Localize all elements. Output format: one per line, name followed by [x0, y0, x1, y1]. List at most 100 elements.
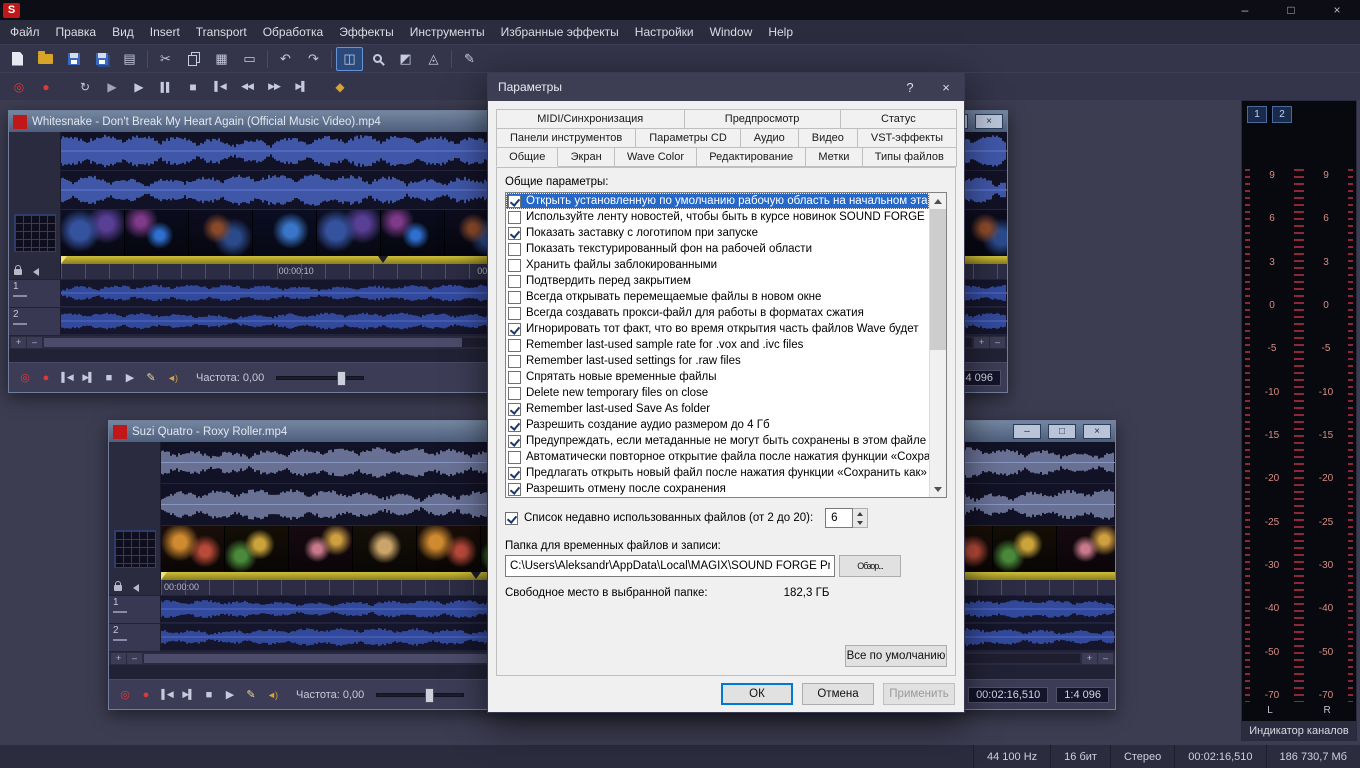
option-row[interactable]: Всегда создавать прокси-файл для работы … — [506, 305, 929, 321]
speaker-icon[interactable] — [29, 268, 39, 276]
pencil-tool-button[interactable]: ✎ — [456, 47, 483, 71]
zoom-out-button[interactable]: – — [127, 653, 142, 664]
tab[interactable]: Предпросмотр — [684, 109, 841, 129]
zoom-in-button[interactable]: + — [1082, 653, 1097, 664]
zoom-out-button[interactable]: – — [990, 337, 1005, 348]
option-row[interactable]: Delete new temporary files on close — [506, 385, 929, 401]
option-checkbox[interactable] — [508, 211, 521, 224]
tab[interactable]: Статус — [840, 109, 957, 129]
ok-button[interactable]: ОК — [721, 683, 793, 705]
menu-item[interactable]: Insert — [142, 20, 188, 44]
video-frame-thumbnail[interactable] — [289, 526, 353, 572]
paste-button[interactable]: ▦ — [208, 47, 235, 71]
go-to-start-button[interactable]: ▌◀ — [157, 685, 177, 705]
scrollbar-thumb[interactable] — [930, 209, 946, 350]
close-button[interactable]: × — [1314, 0, 1360, 20]
new-file-button[interactable] — [4, 47, 31, 71]
recent-files-stepper[interactable] — [853, 508, 868, 528]
speaker-icon[interactable] — [129, 584, 139, 592]
dialog-titlebar[interactable]: Параметры ? × — [488, 73, 964, 101]
zoom-in-button[interactable]: + — [111, 653, 126, 664]
event-marker-button[interactable]: ◆ — [329, 76, 351, 98]
track-header[interactable]: 1 — [109, 596, 161, 623]
option-checkbox[interactable] — [508, 259, 521, 272]
status-field[interactable]: 00:02:16,510 — [1174, 745, 1265, 768]
restore-button[interactable]: □ — [1048, 424, 1076, 439]
option-row[interactable]: Подтвердить перед закрытием — [506, 273, 929, 289]
render-as-button[interactable]: ▤ — [116, 47, 143, 71]
track-header[interactable]: 2 — [109, 624, 161, 651]
status-field[interactable]: 16 бит — [1050, 745, 1110, 768]
zoom-in-button[interactable]: + — [11, 337, 26, 348]
option-checkbox[interactable] — [508, 275, 521, 288]
option-row[interactable]: Спрятать новые временные файлы — [506, 369, 929, 385]
menu-item[interactable]: Transport — [188, 20, 255, 44]
minimize-button[interactable]: – — [1222, 0, 1268, 20]
video-frame-thumbnail[interactable] — [161, 526, 225, 572]
loop-playback-button[interactable]: ↻ — [74, 76, 96, 98]
menu-item[interactable]: Обработка — [255, 20, 332, 44]
menu-item[interactable]: Window — [702, 20, 761, 44]
option-row[interactable]: Разрешить создание аудио размером до 4 Г… — [506, 417, 929, 433]
tab[interactable]: Аудио — [740, 128, 799, 148]
option-row[interactable]: Предлагать открыть новый файл после нажа… — [506, 465, 929, 481]
vertical-scrollbar[interactable] — [929, 193, 946, 497]
status-field[interactable]: 186 730,7 Мб — [1266, 745, 1360, 768]
go-to-start-button[interactable]: ▌◀ — [57, 368, 77, 388]
video-frame-thumbnail[interactable] — [61, 210, 125, 256]
play-button[interactable]: ▶ — [120, 368, 140, 388]
option-row[interactable]: Remember last-used sample rate for .vox … — [506, 337, 929, 353]
selection-length-display[interactable]: 1:4 096 — [1056, 687, 1109, 703]
redo-button[interactable]: ↷ — [300, 47, 327, 71]
trim-button[interactable]: ▭ — [236, 47, 263, 71]
zoom-out-button[interactable]: – — [27, 337, 42, 348]
meter-channel-button[interactable]: 2 — [1272, 106, 1292, 123]
option-row[interactable]: Всегда открывать перемещаемые файлы в но… — [506, 289, 929, 305]
tab[interactable]: Типы файлов — [862, 147, 957, 167]
tab[interactable]: VST-эффекты — [857, 128, 957, 148]
option-checkbox[interactable] — [508, 195, 521, 208]
defaults-button[interactable]: Все по умолчанию — [845, 645, 947, 667]
record-button[interactable]: ● — [36, 368, 56, 388]
play-button[interactable]: ▶ — [220, 685, 240, 705]
option-checkbox[interactable] — [508, 419, 521, 432]
menu-item[interactable]: Эффекты — [331, 20, 402, 44]
tab[interactable]: Панели инструментов — [496, 128, 636, 148]
frequency-slider[interactable] — [376, 693, 464, 697]
option-checkbox[interactable] — [508, 307, 521, 320]
pencil-tool-button[interactable]: ✎ — [241, 685, 261, 705]
tab[interactable]: Параметры CD — [635, 128, 741, 148]
envelope-tool-button[interactable]: ◬ — [420, 47, 447, 71]
maximize-button[interactable]: □ — [1268, 0, 1314, 20]
browse-button[interactable]: Обзор... — [839, 555, 901, 577]
apply-button[interactable]: Применить — [883, 683, 955, 705]
option-checkbox[interactable] — [508, 483, 521, 496]
scrollbar-track[interactable] — [930, 209, 946, 481]
zoom-in-button[interactable]: + — [974, 337, 989, 348]
tab[interactable]: Метки — [805, 147, 862, 167]
meter-right-channel[interactable]: 9630-5-10-15-20-25-30-40-50-70 — [1299, 169, 1353, 702]
minimize-button[interactable]: – — [1013, 424, 1041, 439]
recent-files-count[interactable]: 6 — [825, 508, 853, 528]
event-tool-button[interactable]: ◩ — [392, 47, 419, 71]
copy-button[interactable] — [180, 47, 207, 71]
recent-files-checkbox[interactable] — [505, 512, 518, 525]
scroll-down-button[interactable] — [930, 481, 946, 497]
temp-folder-input[interactable] — [505, 555, 835, 577]
lock-icon[interactable] — [114, 585, 122, 591]
spin-down-icon[interactable] — [853, 518, 867, 527]
option-checkbox[interactable] — [508, 435, 521, 448]
frequency-slider[interactable] — [276, 376, 364, 380]
video-frame-thumbnail[interactable] — [189, 210, 253, 256]
video-frame-thumbnail[interactable] — [225, 526, 289, 572]
play-all-button[interactable]: ▶ — [101, 76, 123, 98]
go-to-start-button[interactable]: ▌◀ — [209, 76, 231, 98]
tab[interactable]: Общие — [496, 147, 558, 167]
pause-button[interactable]: ▌▌ — [155, 76, 177, 98]
video-frame-thumbnail[interactable] — [417, 526, 481, 572]
play-button[interactable]: ▶ — [128, 76, 150, 98]
save-button[interactable] — [60, 47, 87, 71]
menu-item[interactable]: Правка — [48, 20, 105, 44]
slider-handle[interactable] — [425, 688, 434, 703]
option-checkbox[interactable] — [508, 371, 521, 384]
